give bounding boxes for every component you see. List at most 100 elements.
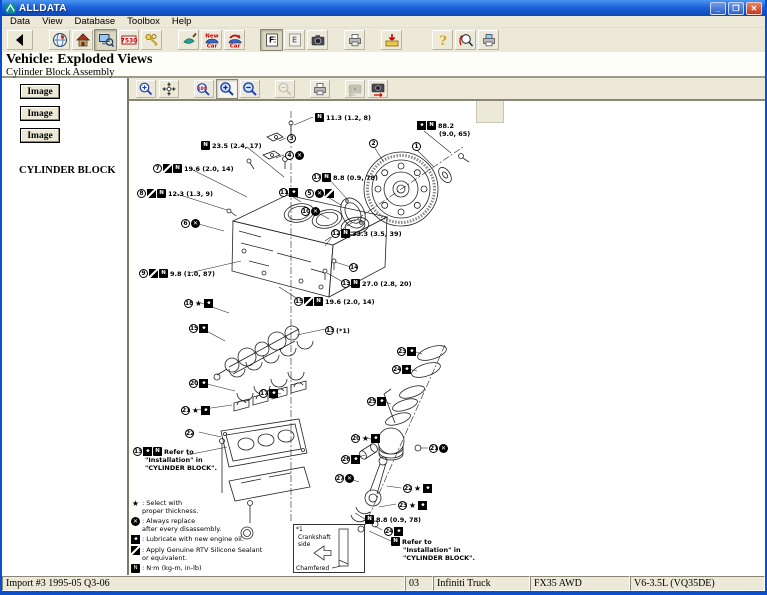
callout: 19 <box>189 324 208 333</box>
svg-text:F: F <box>269 36 274 45</box>
inset-label-2: side <box>298 541 310 548</box>
zoom-search-button[interactable] <box>454 29 477 51</box>
close-button[interactable]: ✕ <box>746 2 762 15</box>
camera-icon <box>310 32 326 48</box>
printer-button[interactable] <box>343 29 366 51</box>
image-button-2[interactable]: Image <box>20 106 60 121</box>
next-image-button[interactable] <box>367 79 389 99</box>
page-subtitle: Cylinder Block Assembly <box>6 67 761 78</box>
help-key-icon: ? <box>435 32 451 48</box>
doc-e-button[interactable]: E <box>283 29 306 51</box>
callout: 26 <box>341 455 360 464</box>
globe-button[interactable] <box>48 29 71 51</box>
legend-text: or equivalent. <box>142 554 262 562</box>
inbox-button[interactable] <box>380 29 403 51</box>
callout: 13(*1) <box>325 326 350 335</box>
page-header: Vehicle: Exploded Views Cylinder Block A… <box>2 52 765 78</box>
zoom-in-blue-button[interactable] <box>216 79 238 99</box>
menu-view[interactable]: View <box>36 16 68 27</box>
callout: 24 <box>392 365 411 374</box>
callout: 14 <box>349 263 358 272</box>
legend-item: : Apply Genuine RTV Silicone Sealant or … <box>131 546 262 562</box>
callout: 20 <box>189 379 208 388</box>
print-report-icon <box>481 32 497 48</box>
svg-text:?: ? <box>439 34 447 48</box>
oil-symbol-icon <box>423 484 432 493</box>
exploded-view-canvas[interactable]: N11.3 (1.2, 8)N23.5 (2.4, 17)34✕N88.2(9.… <box>129 101 765 575</box>
replace-symbol-icon: ✕ <box>295 151 304 160</box>
seal-symbol-icon <box>325 189 334 198</box>
new-car-button[interactable]: New Car <box>200 29 223 51</box>
callout: 22★ <box>403 484 432 493</box>
back-arrow-icon <box>12 32 28 48</box>
seal-symbol-icon <box>304 297 313 306</box>
camera-button[interactable] <box>306 29 329 51</box>
paint-brush-button[interactable] <box>177 29 200 51</box>
zoom-out-blue-button[interactable] <box>239 79 261 99</box>
keys-button[interactable] <box>140 29 163 51</box>
image-button-1[interactable]: Image <box>20 84 60 99</box>
callout-number: 27 <box>335 474 344 483</box>
zoom-in-blue-icon <box>219 81 235 97</box>
replace-symbol-icon: ✕ <box>191 219 200 228</box>
svg-text:7530: 7530 <box>121 38 137 45</box>
torque-label: 19.6 (2.0, 14) <box>325 298 375 306</box>
home-button[interactable] <box>71 29 94 51</box>
menu-toolbox[interactable]: Toolbox <box>121 16 166 27</box>
menu-data[interactable]: Data <box>4 16 36 27</box>
title-bar[interactable]: ALLDATA _ ❐ ✕ <box>2 0 765 16</box>
callout-number: 14 <box>349 263 358 272</box>
callout: 27✕ <box>335 474 354 483</box>
print-report-button[interactable] <box>477 29 500 51</box>
back-button[interactable] <box>6 29 34 51</box>
print-image-button[interactable] <box>309 79 331 99</box>
callout-number: 23 <box>398 501 407 510</box>
callout-number: 18 <box>184 299 193 308</box>
prev-image-button[interactable] <box>344 79 366 99</box>
digits-button[interactable]: 7530 <box>117 29 140 51</box>
prev-image-icon <box>346 81 364 97</box>
callout: N11.3 (1.2, 8) <box>315 113 371 122</box>
help-key-button[interactable]: ? <box>431 29 454 51</box>
image-button-3[interactable]: Image <box>20 128 60 143</box>
oil-symbol-icon <box>418 501 427 510</box>
nm-symbol-icon: N <box>153 447 162 456</box>
callout-number: 4 <box>285 151 294 160</box>
zoom-in-button[interactable] <box>135 79 157 99</box>
torque-label: 27.0 (2.8, 20) <box>362 280 412 288</box>
torque-label: 9.8 (1.0, 87) <box>170 270 215 278</box>
torque-label: 11.3 (1.2, 8) <box>326 114 371 122</box>
legend-item: N: N·m (kg-m, in-lb) <box>131 564 262 573</box>
doc-f-button[interactable]: F <box>260 29 283 51</box>
torque-label-line2: (9.0, 65) <box>439 130 470 138</box>
zoom-100-button[interactable]: 100 <box>193 79 215 99</box>
window-title: ALLDATA <box>19 3 708 14</box>
seal-symbol-icon <box>147 189 156 198</box>
menu-help[interactable]: Help <box>166 16 198 27</box>
replace-symbol-icon: ✕ <box>315 189 324 198</box>
zoom-minus-button[interactable] <box>274 79 296 99</box>
pan-button[interactable] <box>158 79 180 99</box>
doc-f-icon: F <box>264 32 280 48</box>
inset-label-1: Crankshaft <box>298 534 331 541</box>
menu-database[interactable]: Database <box>69 16 122 27</box>
note-line: "Installation" in <box>145 456 217 464</box>
callout: 20★ <box>351 434 380 443</box>
home-icon <box>75 32 91 48</box>
car-swap-button[interactable]: Car <box>223 29 246 51</box>
keys-icon <box>144 32 160 48</box>
callout-number: 11 <box>279 188 288 197</box>
oil-symbol-icon <box>204 299 213 308</box>
callout: 4✕ <box>285 151 304 160</box>
callout-number: 7 <box>153 164 162 173</box>
vehicle-search-button[interactable] <box>94 29 117 51</box>
star-symbol-icon: ★ <box>191 406 200 415</box>
zoom-in-icon <box>138 81 154 97</box>
minimize-button[interactable]: _ <box>710 2 726 15</box>
callout: 1 <box>412 142 421 151</box>
callout-number: 23 <box>397 347 406 356</box>
callout: 6✕ <box>181 219 200 228</box>
callout: 17N8.8 (0.9, 78) <box>312 173 378 182</box>
status-import: Import #3 1995-05 Q3-06 <box>2 576 405 591</box>
restore-button[interactable]: ❐ <box>728 2 744 15</box>
